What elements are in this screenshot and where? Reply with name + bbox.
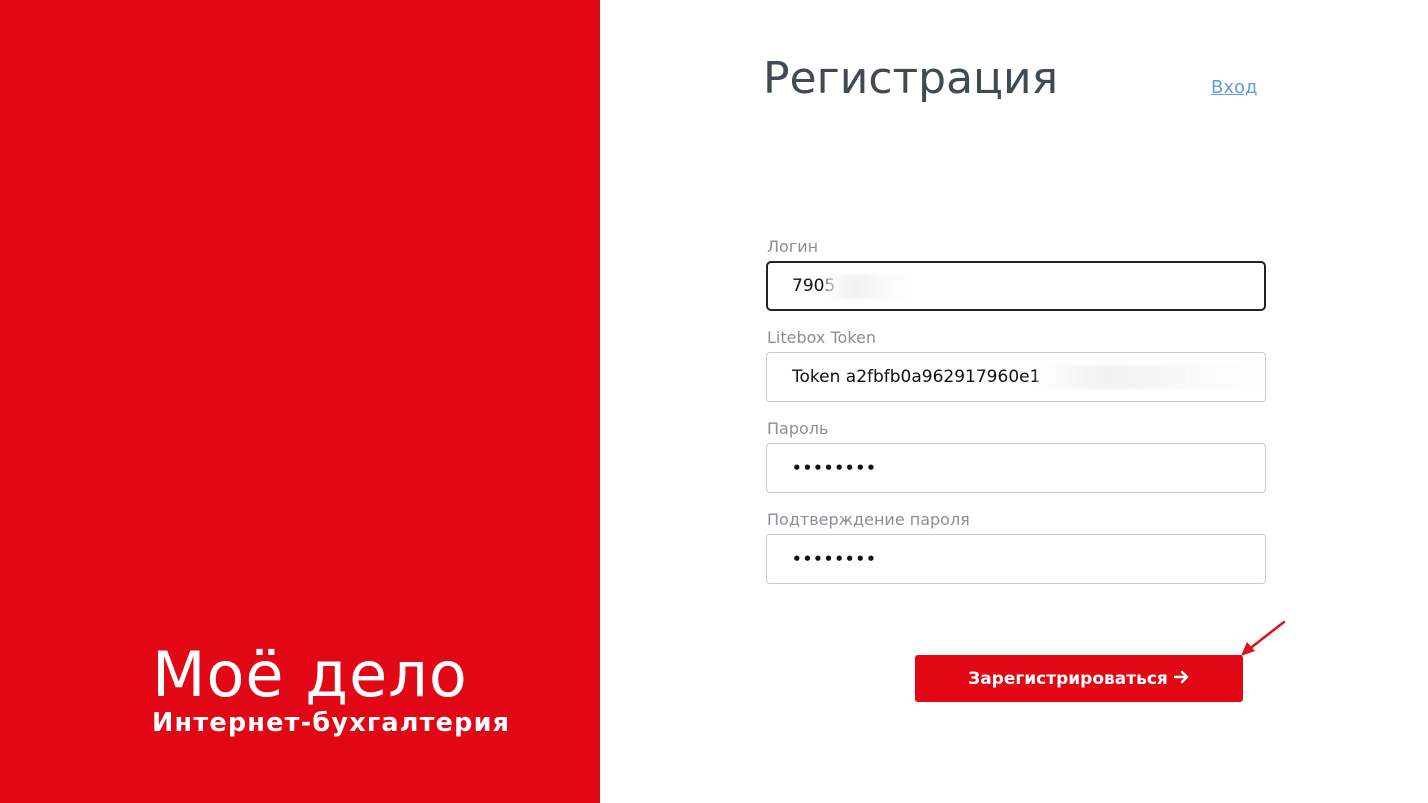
register-button-label: Зарегистрироваться <box>968 668 1168 689</box>
register-button[interactable]: Зарегистрироваться <box>915 655 1243 702</box>
confirm-password-input[interactable]: •••••••• <box>766 534 1266 584</box>
confirm-password-value: •••••••• <box>792 550 877 568</box>
login-link[interactable]: Вход <box>1211 77 1257 98</box>
token-value: Token a2fbfb0a962917960e1 <box>792 367 1041 387</box>
brand-panel: Моё дело Интернет-бухгалтерия <box>0 0 600 803</box>
token-input[interactable]: Token a2fbfb0a962917960e1 <box>766 352 1266 402</box>
login-input[interactable]: 7905 <box>766 261 1266 311</box>
arrow-right-icon <box>1173 669 1190 689</box>
password-label: Пароль <box>767 419 829 438</box>
confirm-password-label: Подтверждение пароля <box>767 510 970 529</box>
brand-name: Моё дело <box>152 638 468 711</box>
login-redaction <box>826 275 916 299</box>
page-title: Регистрация <box>763 53 1059 104</box>
annotation-arrow-icon <box>1241 620 1286 656</box>
password-input[interactable]: •••••••• <box>766 443 1266 493</box>
login-label: Логин <box>767 237 819 256</box>
token-redaction <box>1037 365 1265 389</box>
token-label: Litebox Token <box>767 328 877 347</box>
brand-subtitle: Интернет-бухгалтерия <box>152 708 511 738</box>
brand-logo: Моё дело Интернет-бухгалтерия <box>152 638 511 739</box>
password-value: •••••••• <box>792 459 877 477</box>
